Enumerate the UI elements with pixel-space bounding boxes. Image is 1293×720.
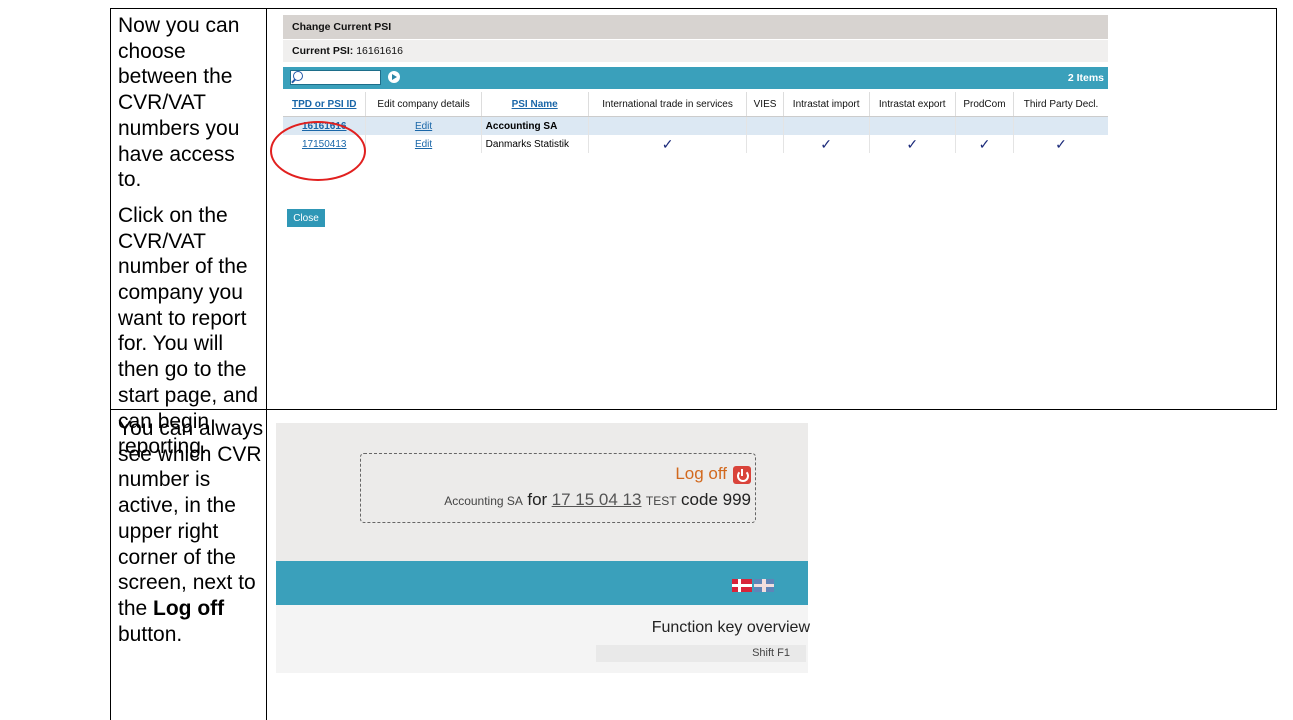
edit-cell: Edit [365,116,482,135]
column-header-trade-services: International trade in services [588,92,748,117]
column-header-prodcom: ProdCom [955,92,1015,117]
check-cell [746,116,784,135]
logoff-link[interactable]: Log off [675,464,727,484]
check-cell [783,116,870,135]
active-company-line: Accounting SA for 17 15 04 13 TEST code … [444,490,751,509]
items-count: 2 Items [1067,72,1104,84]
company-name: Accounting SA [444,494,523,508]
column-header-third-party: Third Party Decl. [1013,92,1108,117]
user-info-box: Log off Accounting SA for 17 15 04 13 TE… [360,453,756,523]
check-icon: ✓ [783,135,870,153]
current-psi-value: 16161616 [356,45,403,57]
psi-table: TPD or PSI ID Edit company details PSI N… [283,92,1108,153]
instruction-cell-1: Now you can choose between the CVR/VAT n… [118,13,260,460]
current-psi: Current PSI: 16161616 [283,40,1108,62]
dialog-title: Change Current PSI [283,15,1108,39]
function-key-title[interactable]: Function key overview [652,619,810,637]
check-icon: ✓ [1055,135,1067,152]
column-header-vies: VIES [746,92,784,117]
instruction-step-1: Now you can choose between the CVR/VAT n… [118,14,240,192]
highlight-circle [270,121,366,181]
edit-link[interactable]: Edit [415,121,432,132]
check-cell [955,116,1015,135]
close-button[interactable]: Close [287,209,325,227]
table-border-left [110,8,111,720]
column-header-id[interactable]: TPD or PSI ID [283,92,367,117]
cvr-number[interactable]: 17 15 04 13 [552,490,642,509]
table-row-divider [110,409,1277,410]
column-header-intrastat-import: Intrastat import [783,92,870,117]
check-cell [588,116,748,135]
header-bar [276,561,808,605]
search-input[interactable] [290,70,381,85]
search-toolbar: 2 Items [283,67,1108,89]
edit-link[interactable]: Edit [415,139,432,150]
edit-cell: Edit [365,135,482,153]
function-key-shortcut: Shift F1 [752,647,790,659]
table-row[interactable]: 16161616 Edit Accounting SA [283,116,1108,135]
danish-flag-icon[interactable] [732,579,752,592]
check-icon: ✓ [955,135,1015,153]
function-key-area: Function key overview Shift F1 [276,605,810,673]
instruction-cell-2: You can always see which CVR number is a… [118,416,268,647]
change-psi-dialog: Change Current PSI Current PSI: 16161616… [283,15,1108,238]
column-header-intrastat-export: Intrastat export [869,92,956,117]
logoff-emphasis: Log off [153,596,225,620]
search-go-icon[interactable] [388,71,400,83]
psi-name-cell: Danmarks Statistik [481,135,589,153]
check-icon: ✓ [588,135,748,153]
power-icon[interactable] [733,466,751,484]
table-border-right [1276,8,1277,409]
instruction-step-3: You can always see which CVR number is a… [118,417,264,646]
check-cell [1013,116,1108,135]
psi-name-cell: Accounting SA [481,116,589,135]
search-icon [293,71,303,81]
column-header-edit: Edit company details [365,92,482,117]
code-label: code 999 [681,490,751,509]
table-row[interactable]: 17150413 Edit Danmarks Statistik ✓ ✓ ✓ ✓… [283,135,1108,153]
check-icon: ✓ [869,135,956,153]
column-header-name[interactable]: PSI Name [481,92,589,117]
header-panel: Log off Accounting SA for 17 15 04 13 TE… [276,423,810,673]
check-cell [746,135,784,153]
table-header-row: TPD or PSI ID Edit company details PSI N… [283,92,1108,117]
uk-flag-icon[interactable] [754,579,774,592]
table-border-top [110,8,1277,9]
test-label: TEST [645,494,677,508]
header-top: Log off Accounting SA for 17 15 04 13 TE… [276,423,808,561]
check-cell [869,116,956,135]
